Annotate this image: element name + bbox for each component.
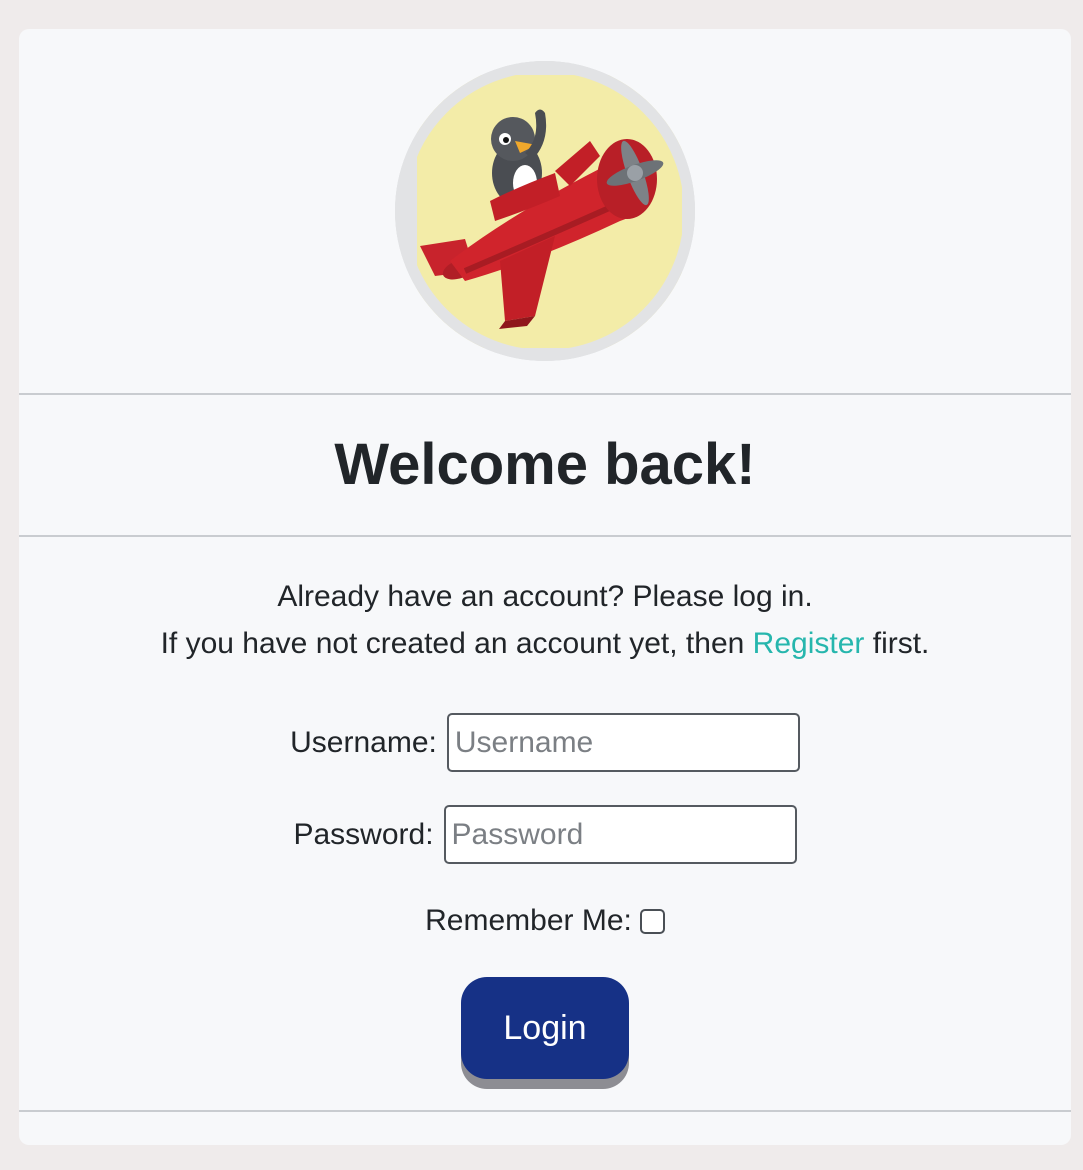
password-row: Password: bbox=[19, 805, 1071, 864]
password-input[interactable] bbox=[443, 805, 797, 864]
remember-me-label: Remember Me: bbox=[425, 904, 632, 937]
password-label: Password: bbox=[293, 817, 434, 851]
username-row: Username: bbox=[19, 713, 1071, 772]
intro-line-2-prefix: If you have not created an account yet, … bbox=[160, 627, 745, 660]
intro-line-2-suffix: first. bbox=[872, 627, 930, 660]
login-card: Welcome back! Already have an account? P… bbox=[19, 29, 1071, 1145]
intro-line-2: If you have not created an account yet, … bbox=[19, 620, 1071, 667]
divider bbox=[19, 535, 1071, 537]
divider bbox=[19, 393, 1071, 395]
avatar bbox=[395, 61, 695, 361]
intro-text: Already have an account? Please log in. … bbox=[19, 573, 1071, 667]
penguin-airplane-logo bbox=[395, 61, 695, 361]
username-label: Username: bbox=[290, 725, 437, 759]
username-input[interactable] bbox=[446, 713, 800, 772]
register-link[interactable]: Register bbox=[753, 627, 865, 660]
remember-me-checkbox[interactable] bbox=[639, 908, 665, 934]
divider bbox=[19, 1110, 1071, 1112]
login-button[interactable]: Login bbox=[461, 977, 629, 1079]
intro-line-1: Already have an account? Please log in. bbox=[277, 580, 813, 613]
remember-row: Remember Me: bbox=[19, 901, 1071, 941]
page-title: Welcome back! bbox=[334, 432, 756, 497]
